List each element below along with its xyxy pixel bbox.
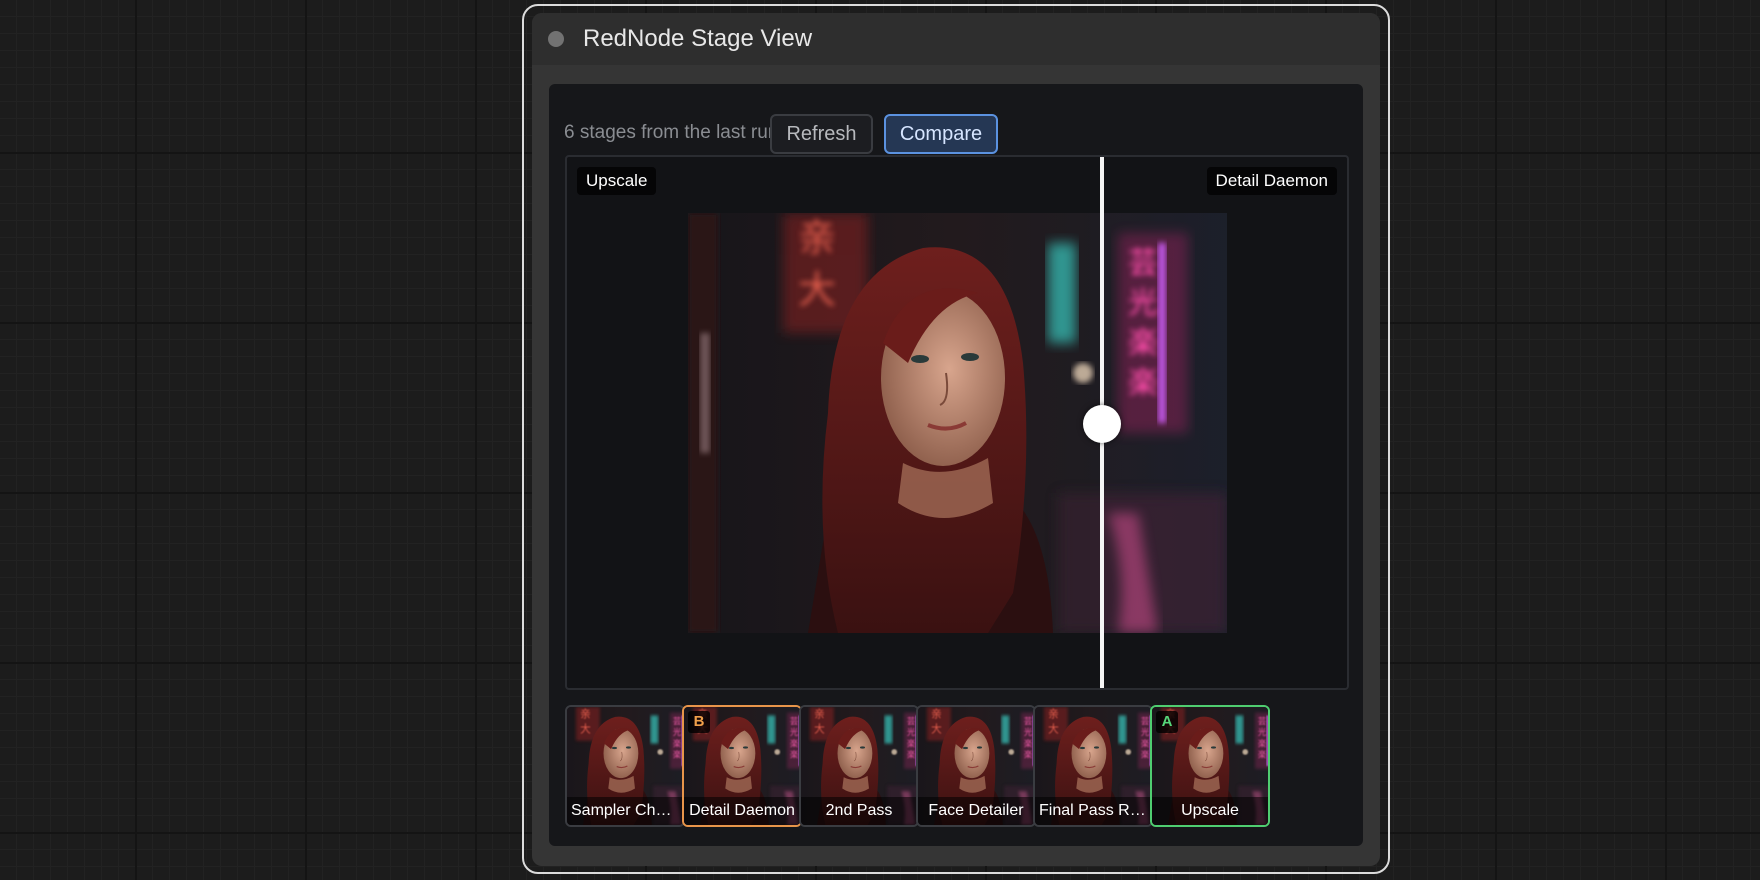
node-header[interactable]: RedNode Stage View <box>532 13 1380 65</box>
stage-thumb-label: Final Pass Refi... <box>1035 797 1151 825</box>
node-title: RedNode Stage View <box>583 25 813 52</box>
stage-badge-b: B <box>688 711 710 733</box>
stage-thumb-label: Sampler Choice <box>567 797 683 825</box>
compare-image <box>688 213 1227 633</box>
stage-thumb-upscale[interactable]: A Upscale <box>1150 705 1270 827</box>
image-stage-a <box>688 213 1102 633</box>
compare-viewer[interactable]: Upscale Detail Daemon <box>565 155 1349 690</box>
stage-thumb-label: Face Detailer <box>918 797 1034 825</box>
stage-thumbnails: Sampler Choice B Detail Daemon 2nd Pass … <box>565 705 1349 827</box>
stage-view-node[interactable]: RedNode Stage View 6 stages from the las… <box>532 13 1380 866</box>
compare-button[interactable]: Compare <box>884 114 998 154</box>
stage-thumb-final-pass-refine[interactable]: Final Pass Refi... <box>1033 705 1153 827</box>
stage-thumb-face-detailer[interactable]: Face Detailer <box>916 705 1036 827</box>
stage-thumb-label: 2nd Pass <box>801 797 917 825</box>
right-image-label: Detail Daemon <box>1206 167 1337 195</box>
stage-thumb-label: Upscale <box>1152 797 1268 825</box>
drag-handle-icon[interactable] <box>1083 405 1121 443</box>
stage-thumb-detail-daemon[interactable]: B Detail Daemon <box>682 705 802 827</box>
stage-thumb-label: Detail Daemon <box>684 797 800 825</box>
stage-thumb-2nd-pass[interactable]: 2nd Pass <box>799 705 919 827</box>
status-text: 6 stages from the last run <box>564 122 779 143</box>
refresh-button[interactable]: Refresh <box>770 114 873 154</box>
left-image-label: Upscale <box>577 167 657 195</box>
stage-badge-a: A <box>1156 711 1178 733</box>
circle-dot-icon[interactable] <box>548 31 564 47</box>
stage-thumb-sampler-choice[interactable]: Sampler Choice <box>565 705 685 827</box>
stage-view-panel: 6 stages from the last run Refresh Compa… <box>549 84 1363 846</box>
